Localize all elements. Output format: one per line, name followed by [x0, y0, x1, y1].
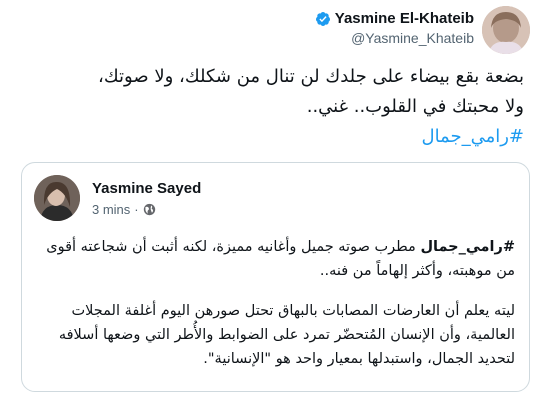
author-avatar[interactable]	[482, 6, 530, 54]
meta-separator: ·	[134, 202, 139, 217]
quoted-post-card[interactable]: Yasmine Sayed 3 mins · #رامي_جمال مطرب ص…	[21, 162, 530, 392]
author-info[interactable]: Yasmine El-Khateib @Yasmine_Khateib	[315, 10, 474, 46]
tweet-header: Yasmine El-Khateib @Yasmine_Khateib	[0, 0, 540, 56]
globe-icon	[143, 203, 155, 216]
quoted-post-text: #رامي_جمال مطرب صوته جميل وأغانيه مميزة،…	[35, 235, 515, 371]
quoted-paragraph-2: ليته يعلم أن العارضات المصابات بالبهاق ت…	[58, 303, 515, 367]
quoted-paragraph-1: #رامي_جمال مطرب صوته جميل وأغانيه مميزة،…	[35, 235, 515, 283]
quoted-post-meta: 3 mins ·	[92, 202, 156, 217]
author-avatar-image	[482, 6, 530, 54]
author-display-name[interactable]: Yasmine El-Khateib	[335, 10, 474, 27]
tweet-text-line-1: بضعة بقع بيضاء على جلدك لن تنال من شكلك،…	[98, 66, 524, 87]
verified-badge-icon	[315, 11, 330, 26]
quoted-author-name[interactable]: Yasmine Sayed	[92, 180, 201, 197]
quoted-avatar-image	[34, 175, 80, 221]
tweet-hashtag-link[interactable]: #رامي_جمال	[16, 122, 524, 152]
quoted-hashtag-link[interactable]: #رامي_جمال	[420, 239, 515, 255]
quoted-post-header: Yasmine Sayed 3 mins ·	[22, 163, 529, 223]
author-name-row: Yasmine El-Khateib	[315, 10, 474, 27]
tweet-text-line-2: ولا محبتك في القلوب.. غني..	[306, 96, 524, 117]
tweet-text: بضعة بقع بيضاء على جلدك لن تنال من شكلك،…	[16, 62, 524, 152]
quoted-post-time[interactable]: 3 mins	[92, 202, 130, 217]
author-username[interactable]: @Yasmine_Khateib	[315, 30, 474, 46]
quoted-author-avatar[interactable]	[34, 175, 80, 221]
